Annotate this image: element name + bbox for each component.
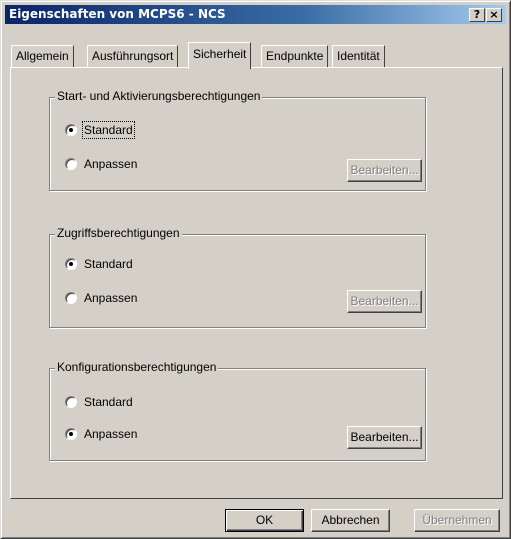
launch-edit-button[interactable]: Bearbeiten...: [347, 159, 422, 182]
config-edit-button[interactable]: Bearbeiten...: [347, 426, 422, 449]
launch-standard-radio[interactable]: Standard: [65, 121, 135, 139]
access-permissions-title: Zugriffsberechtigungen: [55, 226, 182, 240]
radio-unchecked-icon: [65, 396, 77, 408]
tab-ausfuehrungsort[interactable]: Ausführungsort: [87, 45, 179, 67]
tab-sicherheit[interactable]: Sicherheit: [188, 42, 252, 69]
radio-unchecked-icon: [65, 158, 77, 170]
cancel-button[interactable]: Abbrechen: [311, 509, 390, 532]
security-tab-panel: Start- und Aktivierungsberechtigungen St…: [10, 67, 503, 499]
access-standard-radio[interactable]: Standard: [65, 256, 133, 272]
tab-sicherheit-label: Sicherheit: [193, 47, 247, 61]
window-title: Eigenschaften von MCPS6 - NCS: [9, 7, 226, 21]
config-standard-label: Standard: [84, 395, 133, 409]
config-custom-radio[interactable]: Anpassen: [65, 426, 137, 442]
help-button[interactable]: ?: [469, 8, 485, 22]
radio-checked-icon: [65, 124, 77, 136]
apply-button[interactable]: Übernehmen: [414, 509, 500, 532]
access-custom-radio[interactable]: Anpassen: [65, 290, 137, 306]
config-permissions-group: Konfigurationsberechtigungen Standard An…: [49, 360, 426, 461]
properties-dialog: Eigenschaften von MCPS6 - NCS ? × Allgem…: [0, 0, 511, 539]
launch-custom-label: Anpassen: [84, 157, 138, 171]
config-custom-label: Anpassen: [84, 427, 138, 441]
close-button[interactable]: ×: [486, 8, 502, 22]
tab-allgemein[interactable]: Allgemein: [11, 45, 74, 67]
launch-standard-label: Standard: [82, 121, 135, 139]
launch-permissions-group: Start- und Aktivierungsberechtigungen St…: [49, 89, 426, 191]
launch-custom-radio[interactable]: Anpassen: [65, 156, 137, 172]
config-permissions-title: Konfigurationsberechtigungen: [55, 360, 219, 374]
access-permissions-group: Zugriffsberechtigungen Standard Anpassen…: [49, 226, 426, 328]
access-standard-label: Standard: [84, 257, 133, 271]
access-edit-button[interactable]: Bearbeiten...: [347, 290, 422, 313]
config-standard-radio[interactable]: Standard: [65, 394, 133, 410]
tab-identitaet[interactable]: Identität: [332, 45, 385, 67]
access-custom-label: Anpassen: [84, 291, 138, 305]
title-bar[interactable]: Eigenschaften von MCPS6 - NCS ? ×: [5, 5, 506, 24]
launch-permissions-title: Start- und Aktivierungsberechtigungen: [55, 89, 263, 103]
radio-checked-icon: [65, 428, 77, 440]
tab-endpunkte[interactable]: Endpunkte: [261, 45, 329, 67]
radio-unchecked-icon: [65, 292, 77, 304]
radio-checked-icon: [65, 258, 77, 270]
ok-button[interactable]: OK: [225, 509, 304, 532]
